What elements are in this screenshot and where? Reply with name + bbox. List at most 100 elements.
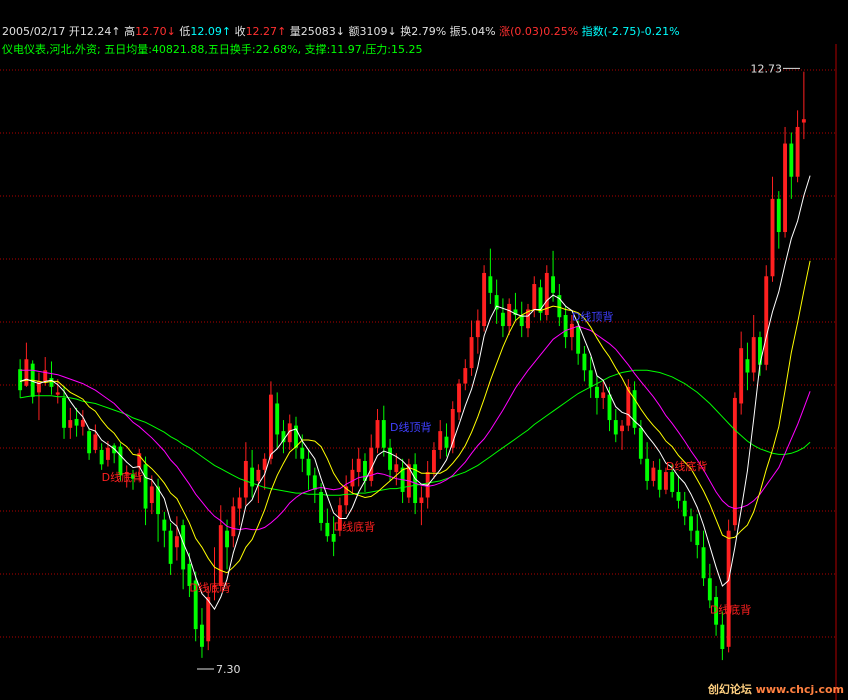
candle-body	[776, 198, 781, 233]
candle-body	[168, 530, 173, 564]
site-watermark: 创幻论坛 www.chcj.com	[708, 681, 844, 697]
candle-body	[331, 533, 336, 542]
candle-body	[726, 530, 731, 647]
candle-body	[789, 143, 794, 177]
candle-body	[432, 449, 436, 473]
candle-body	[49, 378, 54, 387]
candle-body	[262, 458, 267, 470]
candle-body	[231, 506, 236, 537]
candle-body	[268, 394, 273, 459]
candle-body	[356, 458, 361, 473]
candle-body	[783, 143, 787, 233]
low-price-label: 7.30	[216, 663, 241, 676]
candle-body	[638, 427, 643, 459]
candle-body	[720, 624, 725, 650]
candle-body	[801, 119, 806, 123]
signal-label: D线底背	[189, 581, 230, 595]
candle-body	[243, 460, 248, 498]
candle-body	[375, 420, 380, 448]
candle-body	[751, 337, 756, 373]
candle-body	[174, 536, 179, 548]
watermark-url: www.chcj.com	[755, 683, 844, 696]
candle-body	[162, 519, 167, 531]
candle-body	[500, 312, 505, 327]
candle-body	[87, 431, 92, 454]
candle-body	[645, 458, 650, 481]
candle-body	[732, 397, 737, 526]
candle-body	[551, 276, 556, 293]
candle-body	[80, 420, 85, 427]
candle-body	[457, 383, 461, 413]
candle-body	[149, 486, 154, 504]
candle-body	[237, 497, 242, 509]
candle-body	[569, 323, 574, 338]
candle-body	[419, 497, 424, 504]
candle-body	[68, 420, 73, 428]
candle-body	[99, 449, 104, 465]
candle-body	[739, 348, 744, 404]
candle-body	[74, 418, 79, 426]
candle-body	[256, 469, 261, 481]
candle-body	[325, 522, 330, 537]
candle-body	[381, 420, 386, 448]
candle-body	[532, 284, 537, 310]
candle-body	[55, 392, 60, 395]
candle-body	[275, 403, 280, 435]
candle-body	[62, 397, 66, 428]
candle-body	[312, 475, 317, 490]
candle-body	[218, 525, 223, 586]
candle-body	[438, 431, 443, 450]
candle-body	[701, 547, 706, 579]
candle-body	[770, 198, 775, 277]
candle-body	[444, 436, 449, 448]
candle-body	[758, 337, 762, 365]
candle-body	[695, 530, 700, 546]
candle-body	[319, 491, 324, 523]
candle-body	[613, 420, 618, 435]
candle-body	[576, 326, 581, 354]
ma5-line	[19, 175, 811, 611]
candle-body	[463, 368, 468, 384]
candle-body	[93, 434, 98, 450]
candle-body	[651, 467, 656, 481]
candle-body	[507, 303, 512, 327]
candle-body	[663, 472, 668, 490]
kline-chart[interactable]: D线底背 D线底背 D线底背 D线顶背 D线顶背 D线底背 D线底背 12.73 7.30	[0, 0, 848, 700]
candle-body	[143, 464, 148, 509]
candle-body	[488, 276, 493, 293]
candle-body	[181, 525, 186, 570]
signal-label: D线顶背	[390, 420, 431, 434]
candle-body	[588, 370, 593, 387]
candle-body	[225, 530, 229, 548]
candle-body	[707, 578, 712, 601]
watermark-forum: 创幻论坛	[707, 683, 752, 696]
candle-body	[764, 276, 769, 365]
candle-body	[795, 126, 800, 177]
candle-body	[469, 337, 474, 369]
candle-body	[676, 491, 681, 501]
candle-body	[18, 369, 23, 391]
high-price-label: 12.73	[751, 62, 783, 75]
signal-label: D线底背	[666, 459, 707, 473]
candle-body	[388, 447, 392, 470]
signal-label: D线底背	[710, 603, 751, 617]
candle-body	[105, 447, 110, 460]
candle-body	[306, 458, 311, 476]
candle-body	[563, 314, 568, 338]
candle-body	[595, 386, 599, 398]
candle-body	[200, 624, 204, 647]
candle-body	[657, 469, 662, 490]
candle-body	[494, 295, 499, 310]
signal-label: D线顶背	[572, 310, 613, 324]
candle-body	[682, 500, 687, 517]
candle-body	[601, 392, 606, 398]
candle-body	[607, 394, 612, 421]
signal-label: D线底背	[102, 470, 143, 484]
candle-body	[482, 272, 487, 327]
candle-body	[300, 447, 305, 459]
candle-body	[620, 425, 624, 432]
candle-body	[582, 353, 587, 371]
candle-body	[475, 320, 480, 338]
candle-body	[394, 464, 399, 473]
candle-body	[745, 359, 750, 373]
